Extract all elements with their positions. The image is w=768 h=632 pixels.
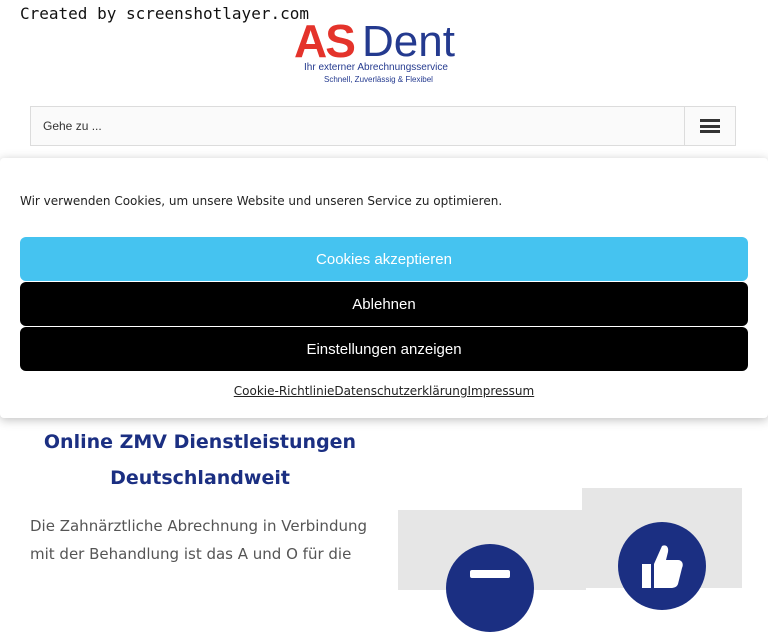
logo-as-text: AS (294, 15, 356, 67)
screenshot-watermark: Created by screenshotlayer.com (20, 4, 309, 23)
deny-cookies-button[interactable]: Ablehnen (20, 282, 748, 326)
accept-cookies-button[interactable]: Cookies akzeptieren (20, 237, 748, 281)
thumbs-up-icon (618, 522, 706, 610)
logo-tagline: Ihr externer Abrechnungsservice (304, 62, 448, 73)
cookie-message: Wir verwenden Cookies, um unsere Website… (20, 194, 503, 208)
cookie-links: Cookie-RichtlinieDatenschutzerklärungImp… (0, 384, 768, 398)
hamburger-icon (700, 119, 720, 133)
cookie-settings-button[interactable]: Einstellungen anzeigen (20, 327, 748, 371)
asdent-logo[interactable]: AS Dent Ihr externer Abrechnungsservice … (292, 15, 478, 86)
section-text: Die Zahnärztliche Abrechnung in Verbindu… (30, 512, 380, 568)
cookie-policy-link[interactable]: Cookie-Richtlinie (234, 384, 335, 398)
logo-dent-text: Dent (362, 17, 455, 66)
cookie-consent-banner: Wir verwenden Cookies, um unsere Website… (0, 158, 768, 418)
section-title-line2: Deutschlandweit (110, 467, 290, 489)
section-title-line1: Online ZMV Dienstleistungen (43, 431, 357, 453)
mobile-nav-select[interactable]: Gehe zu ... (30, 106, 736, 146)
logo-subtagline: Schnell, Zuverlässig & Flexibel (324, 75, 433, 84)
privacy-policy-link[interactable]: Datenschutzerklärung (334, 384, 467, 398)
imprint-link[interactable]: Impressum (468, 384, 535, 398)
nav-goto-label: Gehe zu ... (43, 119, 102, 133)
menu-toggle-button[interactable] (684, 107, 735, 145)
section-text-line1: Die Zahnärztliche Abrechnung in Verbindu… (30, 517, 367, 535)
card-icon (446, 544, 534, 632)
section-title: Online ZMV Dienstleistungen Deutschlandw… (30, 424, 370, 496)
section-text-line2: mit der Behandlung ist das A und O für d… (30, 545, 352, 563)
